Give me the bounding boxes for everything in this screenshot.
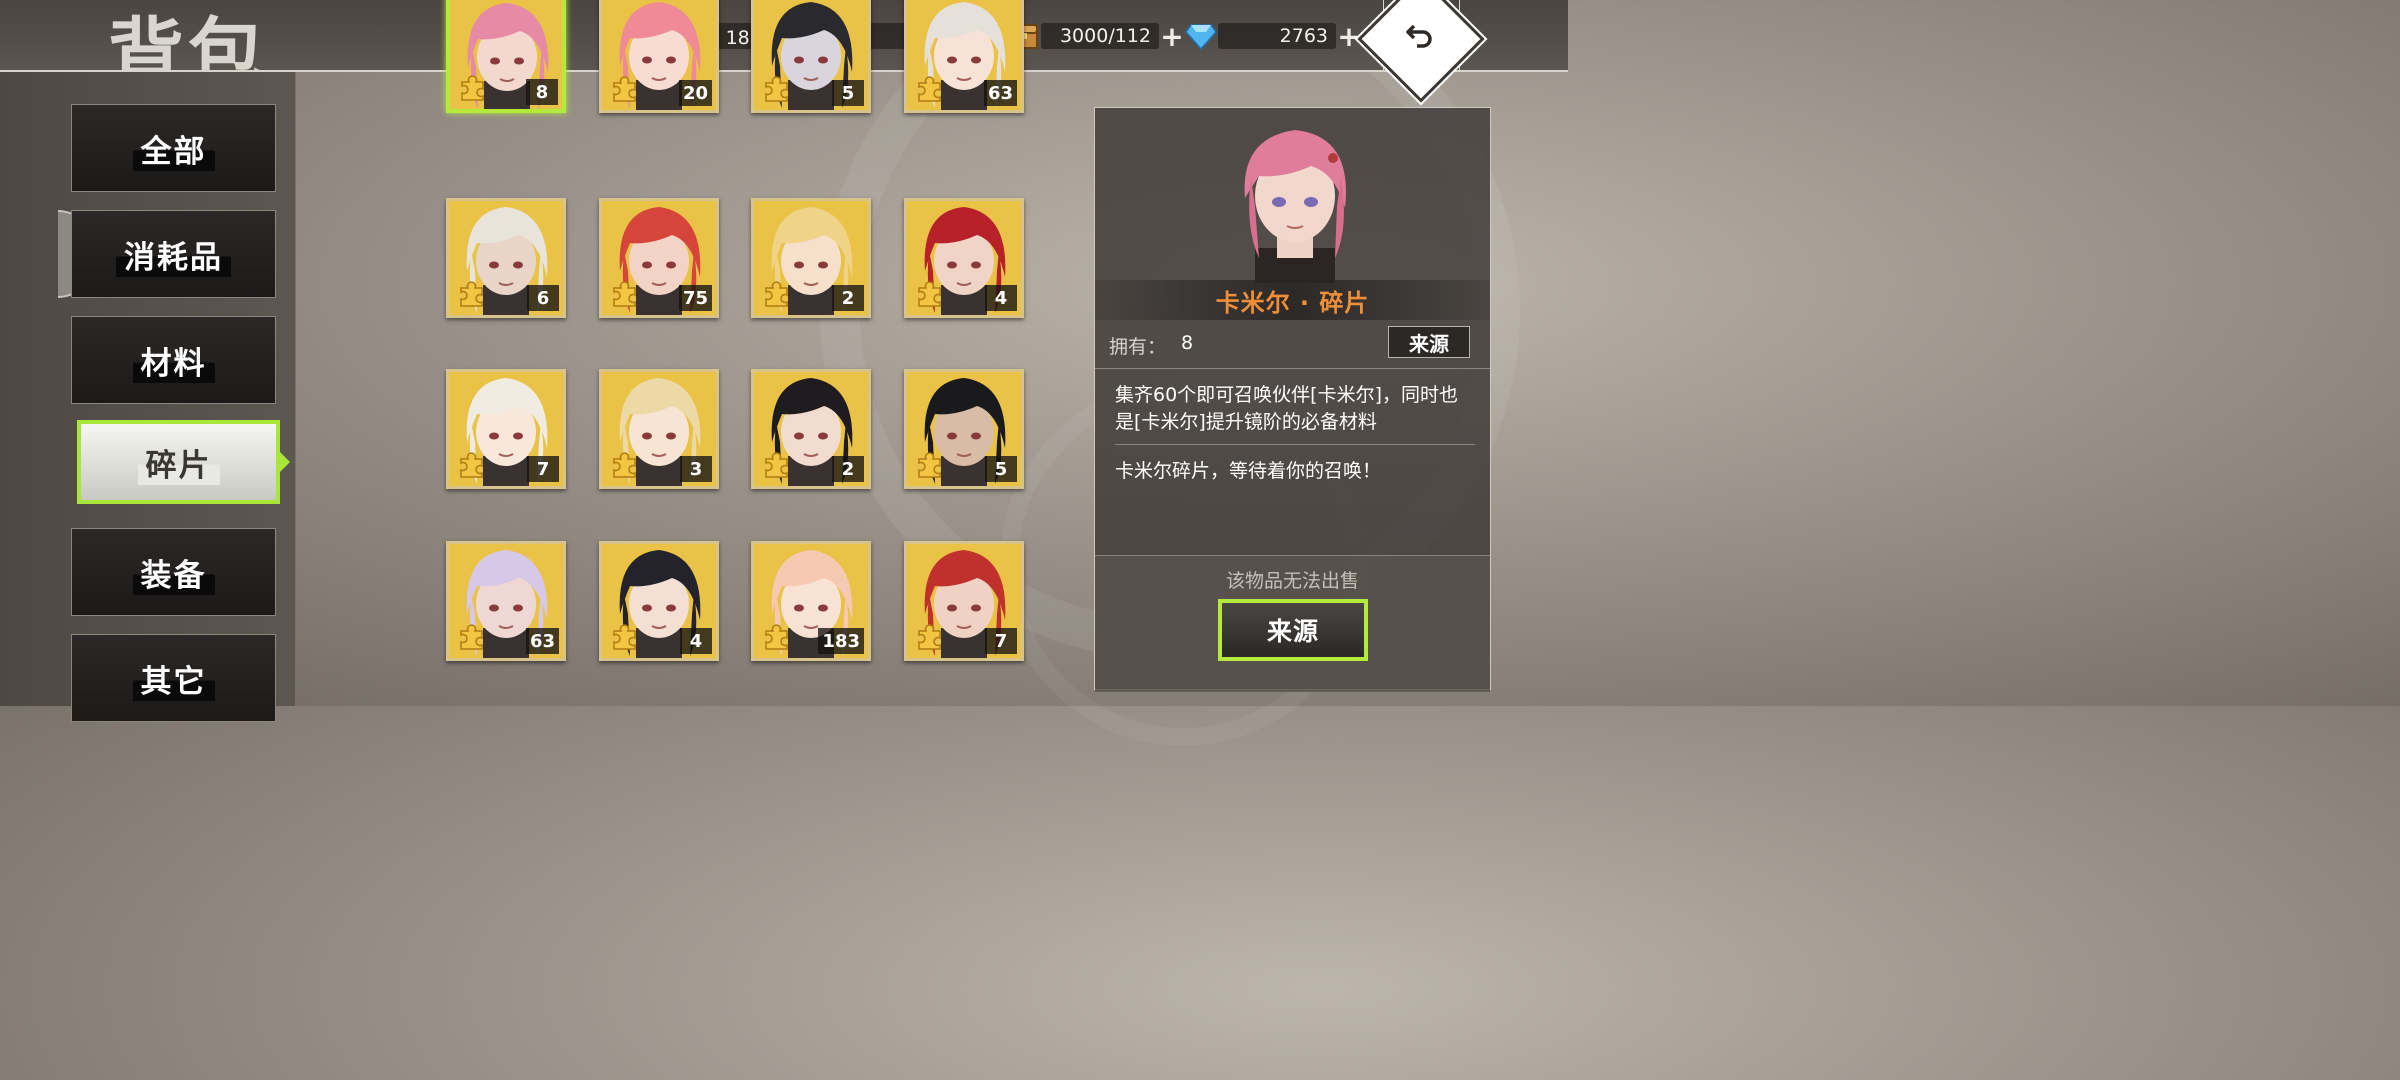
fragment-item[interactable]: 3 [599, 369, 719, 489]
fragment-count: 4 [985, 285, 1017, 311]
fragment-count: 20 [678, 80, 712, 106]
tab-equipment[interactable]: 装备 [71, 528, 276, 616]
tab-label: 其它 [132, 655, 215, 701]
item-description: 集齐60个即可召唤伙伴[卡米尔]，同时也是[卡米尔]提升镜阶的必备材料 [1115, 382, 1475, 445]
fragment-count: 4 [680, 628, 712, 654]
active-tab-pointer [280, 452, 290, 472]
fragment-item[interactable]: 63 [904, 0, 1024, 113]
puzzle-piece-icon [457, 450, 487, 480]
puzzle-piece-icon [458, 73, 488, 103]
unsellable-notice: 该物品无法出售 [1225, 570, 1359, 592]
character-portrait [1215, 118, 1375, 283]
tab-all[interactable]: 全部 [71, 104, 276, 192]
tab-label: 消耗品 [116, 231, 231, 277]
owned-label: 拥有： [1109, 336, 1167, 358]
chest-amount: 3000/112 [1041, 23, 1159, 49]
diamond-amount: 2763 [1218, 23, 1336, 49]
item-detail-panel: 卡米尔 · 碎片 拥有： 8 来源 集齐60个即可召唤伙伴[卡米尔]，同时也是[… [1094, 107, 1491, 692]
fragment-item[interactable]: 2 [751, 198, 871, 318]
fragment-item[interactable]: 5 [904, 369, 1024, 489]
item-name: 卡米尔 · 碎片 [1215, 288, 1370, 317]
fragment-item[interactable]: 4 [904, 198, 1024, 318]
puzzle-piece-icon [610, 622, 640, 652]
tab-label: 材料 [132, 337, 215, 383]
fragment-count: 2 [832, 285, 864, 311]
source-button-small[interactable]: 来源 [1388, 326, 1470, 358]
fragment-count: 7 [527, 456, 559, 482]
tab-fragments[interactable]: 碎片 [77, 420, 280, 504]
puzzle-piece-icon [915, 74, 945, 104]
fragment-count: 5 [832, 80, 864, 106]
puzzle-piece-icon [457, 279, 487, 309]
item-flavor-text: 卡米尔碎片，等待着你的召唤！ [1115, 460, 1382, 482]
tab-materials[interactable]: 材料 [71, 316, 276, 404]
owned-row: 拥有： 8 来源 [1095, 320, 1490, 369]
tab-label: 装备 [132, 549, 215, 595]
fragment-count: 183 [818, 628, 864, 654]
fragment-item[interactable]: 2 [751, 369, 871, 489]
fragment-count: 63 [525, 628, 559, 654]
source-button[interactable]: 来源 [1218, 599, 1368, 661]
fragment-count: 2 [832, 456, 864, 482]
tab-consumables[interactable]: 消耗品 [71, 210, 276, 298]
item-name-band: 卡米尔 · 碎片 [1095, 280, 1490, 320]
fragment-count: 8 [526, 79, 558, 105]
fragment-item[interactable]: 7 [904, 541, 1024, 661]
fragment-count: 7 [985, 628, 1017, 654]
fragment-count: 3 [680, 456, 712, 482]
puzzle-piece-icon [915, 279, 945, 309]
puzzle-piece-icon [762, 74, 792, 104]
tab-label: 全部 [132, 125, 215, 171]
tab-label: 碎片 [137, 439, 220, 485]
fragment-count: 5 [985, 456, 1017, 482]
add-diamond-button[interactable]: + [1336, 20, 1362, 53]
puzzle-piece-icon [610, 450, 640, 480]
fragment-item[interactable]: 4 [599, 541, 719, 661]
fragment-item[interactable]: 183 [751, 541, 871, 661]
puzzle-piece-icon [762, 450, 792, 480]
fragment-count: 75 [678, 285, 712, 311]
owned-value: 8 [1181, 332, 1194, 354]
return-arrow-icon[interactable] [1400, 17, 1440, 53]
fragment-count: 6 [527, 285, 559, 311]
puzzle-piece-icon [762, 622, 792, 652]
fragment-item[interactable]: 20 [599, 0, 719, 113]
fragment-item[interactable]: 6 [446, 198, 566, 318]
add-chest-button[interactable]: + [1159, 20, 1185, 53]
puzzle-piece-icon [610, 74, 640, 104]
puzzle-piece-icon [762, 279, 792, 309]
resource-diamond: 2763 + [1184, 20, 1362, 53]
fragment-item[interactable]: 75 [599, 198, 719, 318]
fragment-item[interactable]: 7 [446, 369, 566, 489]
detail-footer: 该物品无法出售 来源 [1095, 555, 1490, 692]
fragment-count: 63 [983, 80, 1017, 106]
puzzle-piece-icon [915, 622, 945, 652]
blue-diamond-icon [1184, 20, 1218, 52]
fragment-item[interactable]: 63 [446, 541, 566, 661]
fragment-item[interactable]: 8 [446, 0, 566, 113]
puzzle-piece-icon [915, 450, 945, 480]
puzzle-piece-icon [610, 279, 640, 309]
fragment-item[interactable]: 5 [751, 0, 871, 113]
tab-others[interactable]: 其它 [71, 634, 276, 722]
fragment-grid: 8 20 5 63 6 75 2 4 7 3 2 5 63 4 183 7 [440, 0, 1040, 706]
puzzle-piece-icon [457, 622, 487, 652]
